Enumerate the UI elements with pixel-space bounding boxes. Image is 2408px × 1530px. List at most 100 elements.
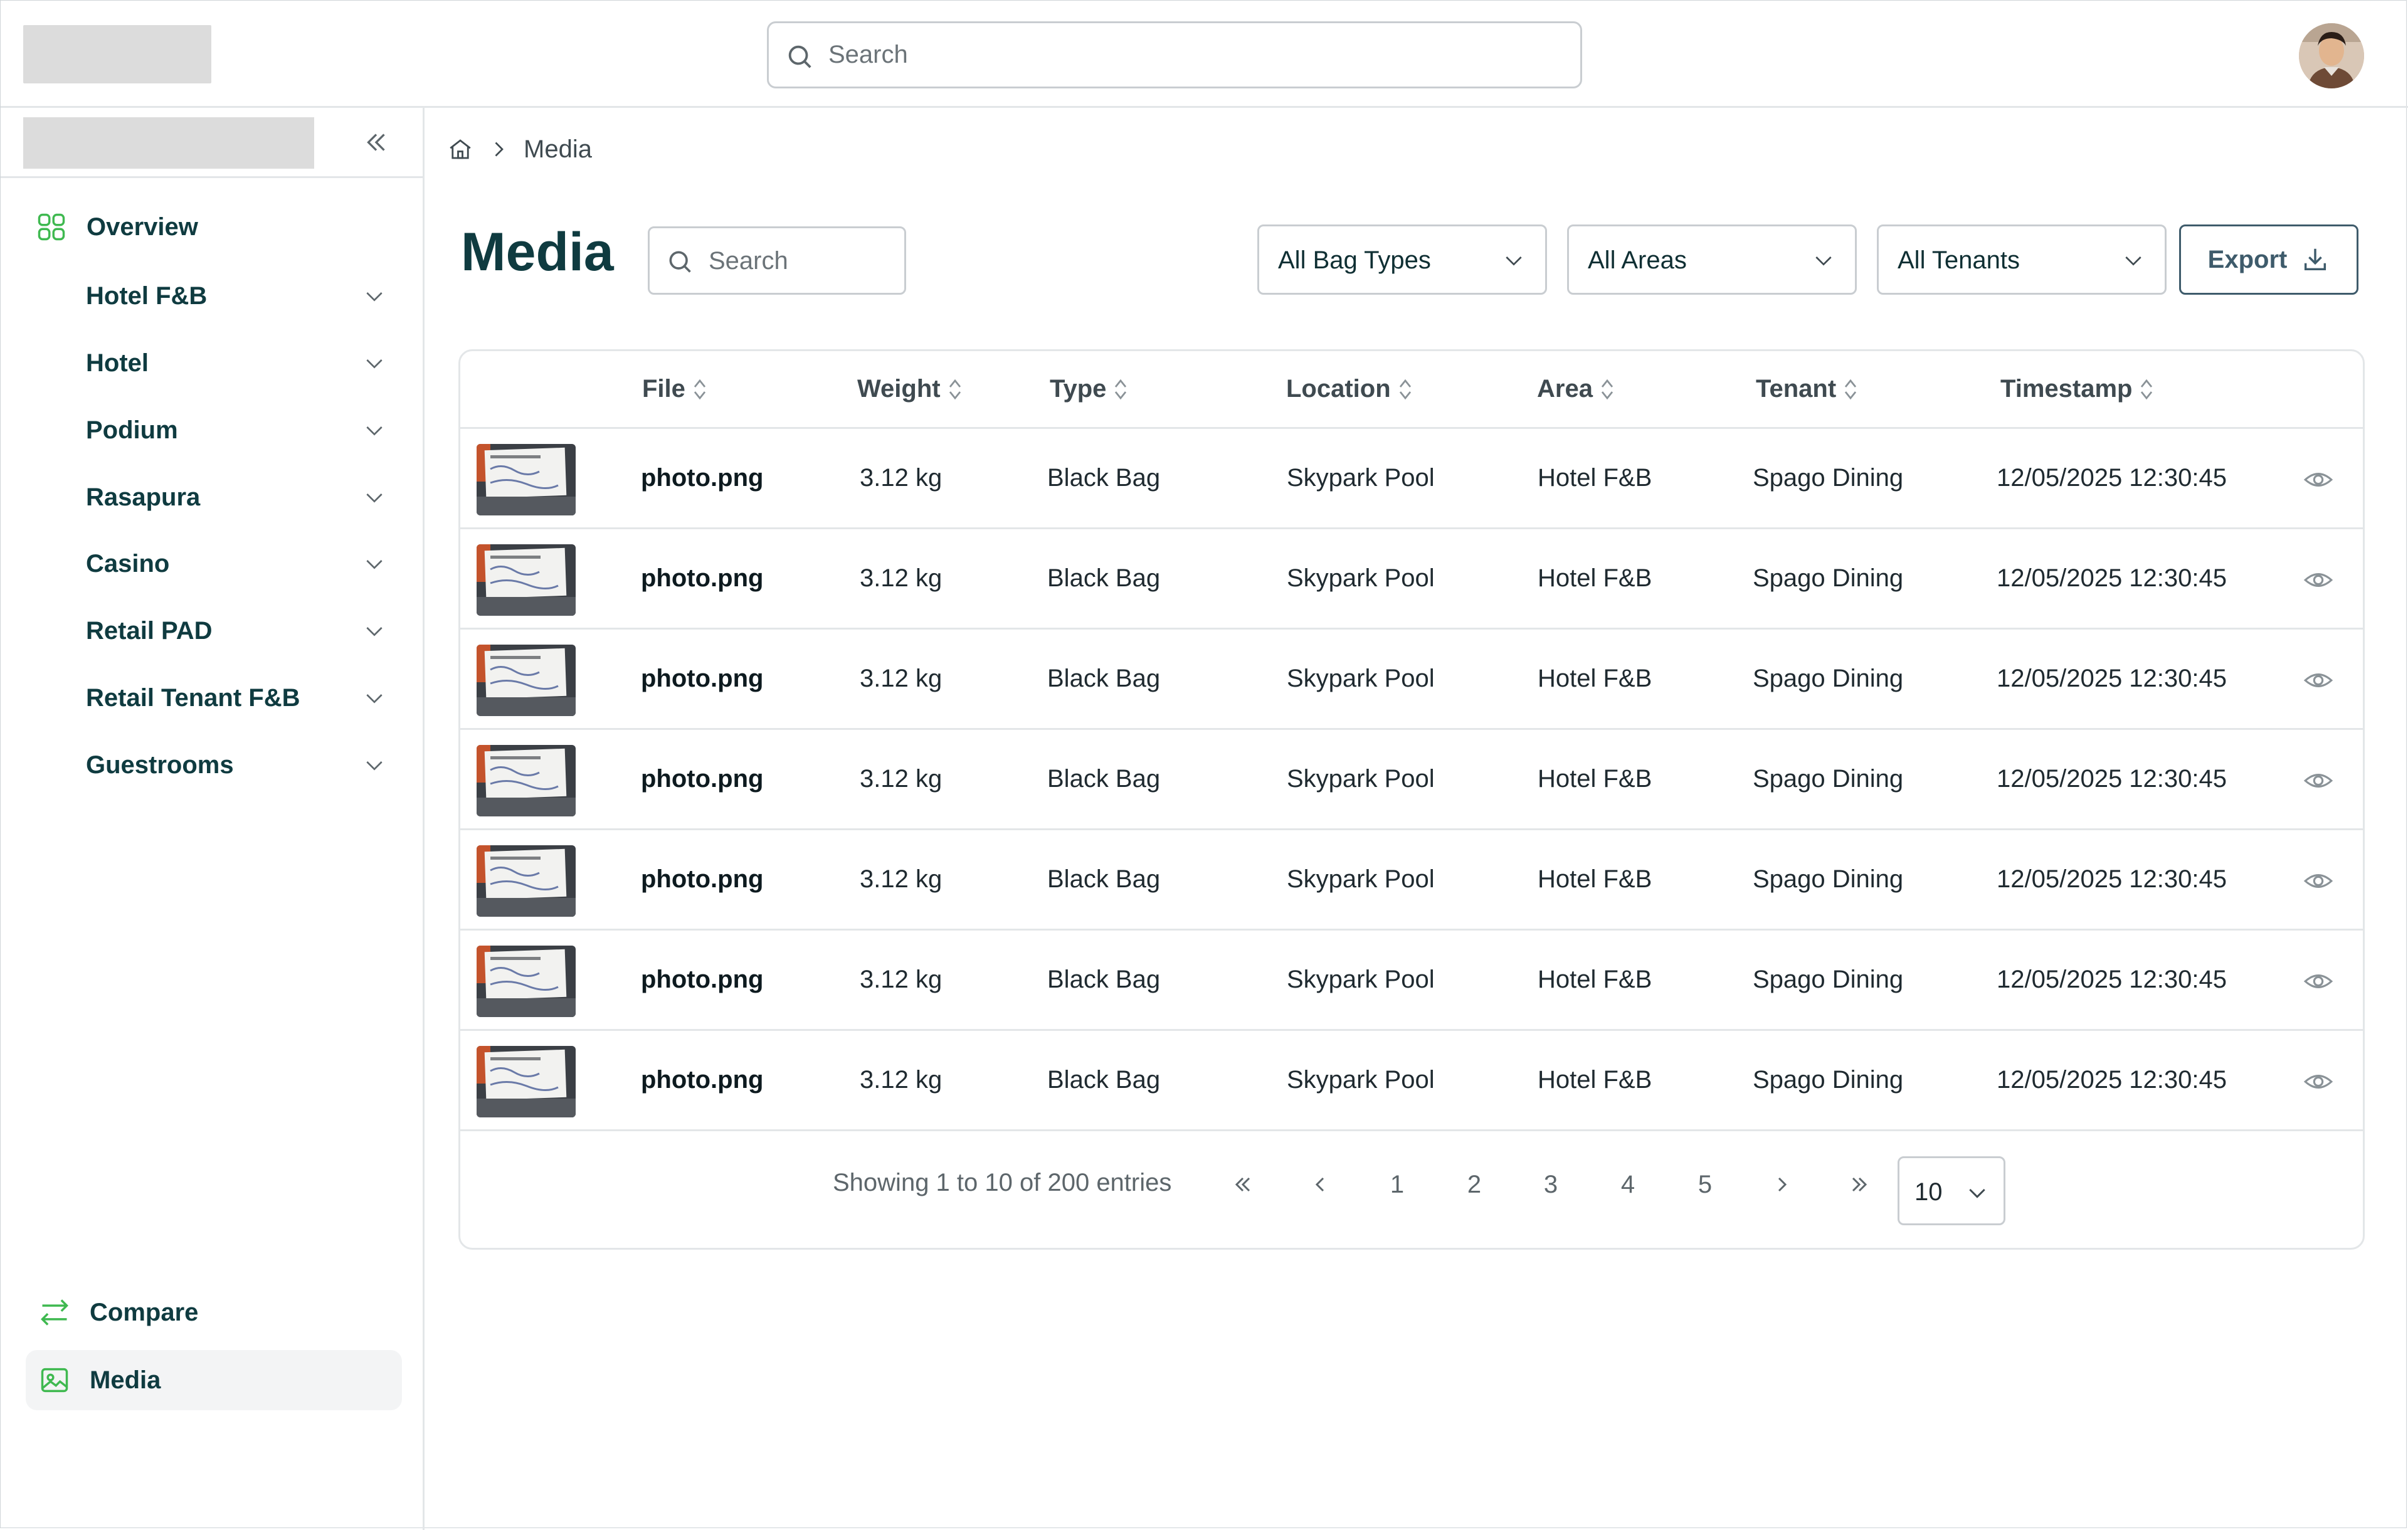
top-bar: Search <box>1 1 2408 108</box>
chevrons-left-icon[interactable] <box>361 127 392 158</box>
area-select[interactable]: All Areas <box>1567 224 1857 295</box>
export-button[interactable]: Export <box>2179 224 2358 295</box>
cell-tenant: Spago Dining <box>1753 865 1904 893</box>
cell-type: Black Bag <box>1047 564 1161 592</box>
column-header-location[interactable]: Location <box>1286 375 1415 403</box>
page-button-5[interactable]: 5 <box>1686 1169 1724 1200</box>
page-button-2[interactable]: 2 <box>1455 1169 1493 1200</box>
column-header-label: Timestamp <box>2000 375 2133 403</box>
column-header-area[interactable]: Area <box>1537 375 1617 403</box>
cell-weight: 3.12 kg <box>860 865 943 893</box>
cell-tenant: Spago Dining <box>1753 1066 1904 1094</box>
sort-icon <box>1115 379 1127 399</box>
cell-timestamp: 12/05/2025 12:30:45 <box>1997 665 2227 692</box>
cell-type: Black Bag <box>1047 765 1161 793</box>
photo-thumbnail[interactable] <box>477 1046 576 1117</box>
column-header-timestamp[interactable]: Timestamp <box>2000 375 2156 403</box>
eye-icon[interactable] <box>2303 1066 2334 1097</box>
cell-area: Hotel F&B <box>1538 966 1652 993</box>
last-page-button[interactable] <box>1840 1169 1878 1200</box>
page-button-4[interactable]: 4 <box>1609 1169 1647 1200</box>
prev-page-button[interactable] <box>1301 1169 1339 1200</box>
sidebar-item-label: Hotel F&B <box>86 282 208 310</box>
tenant-select[interactable]: All Tenants <box>1877 224 2167 295</box>
sidebar-item-casino[interactable]: Casino <box>86 545 387 583</box>
table-row[interactable]: photo.png 3.12 kg Black Bag Skypark Pool Hot… <box>460 429 2363 529</box>
bag-type-select[interactable]: All Bag Types <box>1257 224 1547 295</box>
sidebar-item-media[interactable]: Media <box>26 1350 402 1410</box>
page-size-select[interactable]: 10 <box>1898 1156 2005 1225</box>
eye-icon[interactable] <box>2303 564 2334 596</box>
user-avatar[interactable] <box>2299 23 2364 88</box>
column-header-file[interactable]: File <box>642 375 709 403</box>
sidebar-item-hotel-fb[interactable]: Hotel F&B <box>86 277 387 315</box>
photo-thumbnail[interactable] <box>477 745 576 816</box>
photo-thumbnail[interactable] <box>477 845 576 917</box>
cell-timestamp: 12/05/2025 12:30:45 <box>1997 765 2227 793</box>
sidebar-item-label: Media <box>90 1366 161 1394</box>
column-header-weight[interactable]: Weight <box>857 375 964 403</box>
table-row[interactable]: photo.png 3.12 kg Black Bag Skypark Pool Hot… <box>460 529 2363 630</box>
eye-icon[interactable] <box>2303 765 2334 796</box>
column-header-tenant[interactable]: Tenant <box>1756 375 1860 403</box>
image-icon <box>41 1368 68 1393</box>
page-button-3[interactable]: 3 <box>1532 1169 1570 1200</box>
sidebar-item-retail-tenant-fb[interactable]: Retail Tenant F&B <box>86 679 387 717</box>
cell-timestamp: 12/05/2025 12:30:45 <box>1997 464 2227 492</box>
cell-tenant: Spago Dining <box>1753 665 1904 692</box>
photo-thumbnail[interactable] <box>477 645 576 716</box>
sidebar-item-overview[interactable]: Overview <box>35 208 198 246</box>
cell-timestamp: 12/05/2025 12:30:45 <box>1997 966 2227 993</box>
global-search-placeholder: Search <box>828 41 908 68</box>
table-row[interactable]: photo.png 3.12 kg Black Bag Skypark Pool Hot… <box>460 931 2363 1031</box>
home-icon[interactable] <box>447 136 473 162</box>
table-row[interactable]: photo.png 3.12 kg Black Bag Skypark Pool Hot… <box>460 830 2363 931</box>
cell-location: Skypark Pool <box>1287 765 1435 793</box>
page-size-value: 10 <box>1914 1178 1943 1206</box>
eye-icon[interactable] <box>2303 966 2334 997</box>
cell-tenant: Spago Dining <box>1753 464 1904 492</box>
table-row[interactable]: photo.png 3.12 kg Black Bag Skypark Pool Hot… <box>460 630 2363 730</box>
chevron-down-icon <box>1506 256 1522 266</box>
column-header-label: Location <box>1286 375 1391 403</box>
sidebar-item-retail-pad[interactable]: Retail PAD <box>86 612 387 650</box>
cell-type: Black Bag <box>1047 865 1161 893</box>
photo-thumbnail-image <box>477 1046 576 1117</box>
cell-file: photo.png <box>641 464 764 492</box>
chevron-down-icon <box>366 560 383 569</box>
cell-weight: 3.12 kg <box>860 665 943 692</box>
photo-thumbnail[interactable] <box>477 544 576 616</box>
eye-icon[interactable] <box>2303 865 2334 897</box>
photo-thumbnail[interactable] <box>477 444 576 515</box>
chevron-left-icon <box>1315 1177 1324 1192</box>
next-page-button[interactable] <box>1763 1169 1801 1200</box>
cell-type: Black Bag <box>1047 665 1161 692</box>
cell-type: Black Bag <box>1047 966 1161 993</box>
page-button-1[interactable]: 1 <box>1378 1169 1416 1200</box>
sidebar-item-podium[interactable]: Podium <box>86 411 387 449</box>
sidebar-item-compare[interactable]: Compare <box>26 1282 402 1343</box>
sort-icon <box>2141 379 2153 399</box>
cell-area: Hotel F&B <box>1538 765 1652 793</box>
eye-icon[interactable] <box>2303 665 2334 696</box>
column-header-type[interactable]: Type <box>1050 375 1130 403</box>
media-search-placeholder: Search <box>709 247 788 275</box>
sidebar-item-hotel[interactable]: Hotel <box>86 344 387 382</box>
chevron-down-icon <box>366 359 383 369</box>
eye-icon[interactable] <box>2303 464 2334 495</box>
cell-file: photo.png <box>641 1066 764 1094</box>
cell-file: photo.png <box>641 564 764 592</box>
sidebar-item-label: Compare <box>90 1298 199 1326</box>
photo-thumbnail[interactable] <box>477 946 576 1017</box>
search-icon <box>788 45 811 68</box>
first-page-button[interactable] <box>1224 1169 1262 1200</box>
media-search-input[interactable]: Search <box>648 226 906 295</box>
cell-timestamp: 12/05/2025 12:30:45 <box>1997 865 2227 893</box>
cell-weight: 3.12 kg <box>860 564 943 592</box>
sidebar-item-rasapura[interactable]: Rasapura <box>86 478 387 516</box>
table-row[interactable]: photo.png 3.12 kg Black Bag Skypark Pool Hot… <box>460 730 2363 830</box>
chevron-down-icon <box>2125 256 2141 266</box>
sidebar-item-guestrooms[interactable]: Guestrooms <box>86 746 387 784</box>
table-row[interactable]: photo.png 3.12 kg Black Bag Skypark Pool Hot… <box>460 1031 2363 1131</box>
global-search-input[interactable]: Search <box>767 21 1582 88</box>
